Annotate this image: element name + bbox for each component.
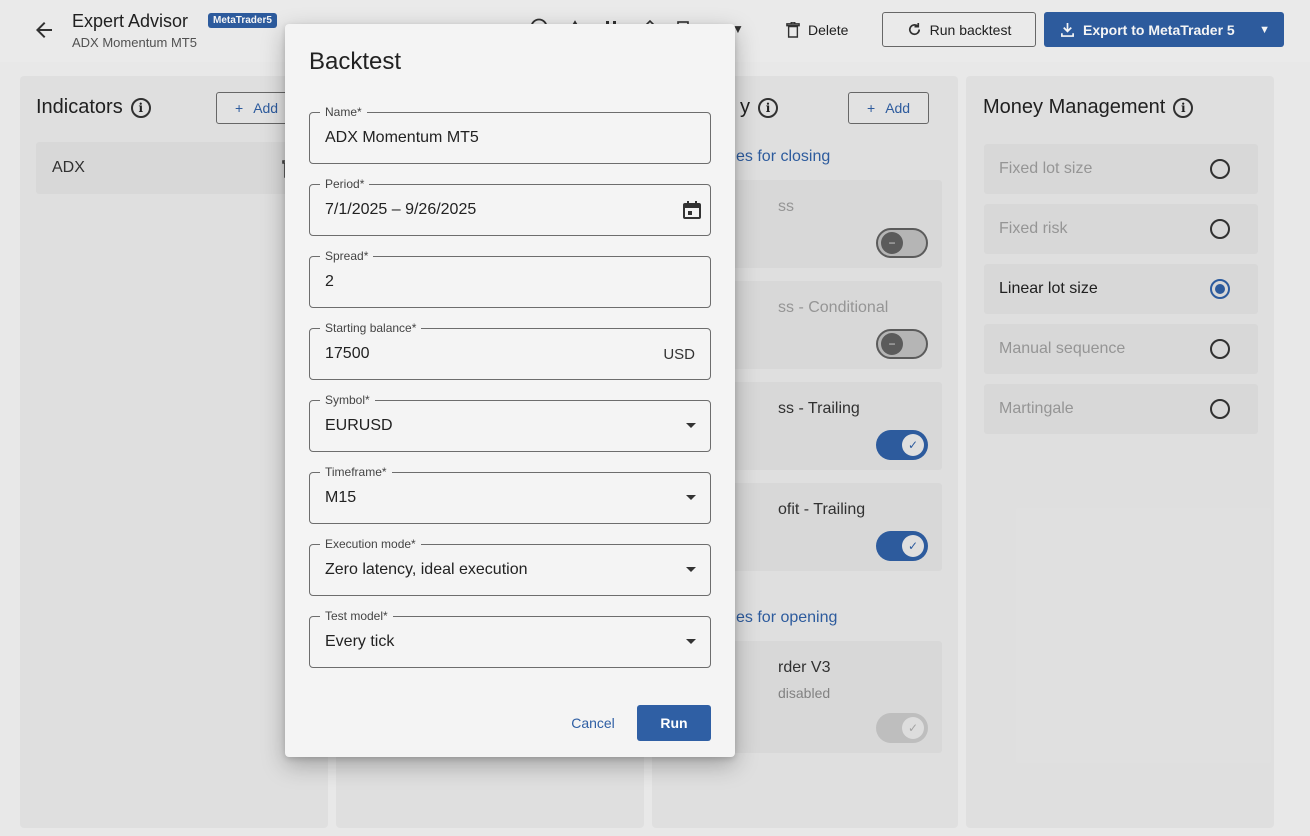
execution-field-value: Zero latency, ideal execution: [325, 561, 528, 578]
run-button[interactable]: Run: [637, 705, 711, 741]
dialog-title: Backtest: [309, 48, 402, 75]
cancel-button[interactable]: Cancel: [561, 707, 625, 739]
dropdown-arrow-icon[interactable]: [686, 639, 696, 644]
period-field-label: Period*: [320, 177, 370, 191]
symbol-field-label: Symbol*: [320, 393, 375, 407]
name-field[interactable]: Name* ADX Momentum MT5: [309, 105, 711, 164]
execution-mode-select[interactable]: Execution mode* Zero latency, ideal exec…: [309, 537, 711, 596]
period-field[interactable]: Period* 7/1/2025 – 9/26/2025: [309, 177, 711, 236]
symbol-select[interactable]: Symbol* EURUSD: [309, 393, 711, 452]
currency-suffix: USD: [663, 346, 695, 363]
balance-field-value: 17500: [325, 345, 370, 362]
period-field-value: 7/1/2025 – 9/26/2025: [325, 201, 477, 218]
dropdown-arrow-icon[interactable]: [686, 567, 696, 572]
spread-field-label: Spread*: [320, 249, 374, 263]
execution-field-label: Execution mode*: [320, 537, 421, 551]
test-model-field-value: Every tick: [325, 633, 395, 650]
name-field-value: ADX Momentum MT5: [325, 129, 479, 146]
spread-field-value: 2: [325, 273, 334, 290]
backtest-dialog: Backtest Name* ADX Momentum MT5 Period* …: [285, 24, 735, 757]
timeframe-select[interactable]: Timeframe* M15: [309, 465, 711, 524]
dropdown-arrow-icon[interactable]: [686, 423, 696, 428]
test-model-field-label: Test model*: [320, 609, 393, 623]
calendar-icon[interactable]: [682, 200, 702, 220]
timeframe-field-label: Timeframe*: [320, 465, 392, 479]
dropdown-arrow-icon[interactable]: [686, 495, 696, 500]
starting-balance-field[interactable]: Starting balance* 17500 USD: [309, 321, 711, 380]
name-field-label: Name*: [320, 105, 367, 119]
spread-field[interactable]: Spread* 2: [309, 249, 711, 308]
timeframe-field-value: M15: [325, 489, 357, 506]
symbol-field-value: EURUSD: [325, 417, 393, 434]
balance-field-label: Starting balance*: [320, 321, 422, 335]
test-model-select[interactable]: Test model* Every tick: [309, 609, 711, 668]
